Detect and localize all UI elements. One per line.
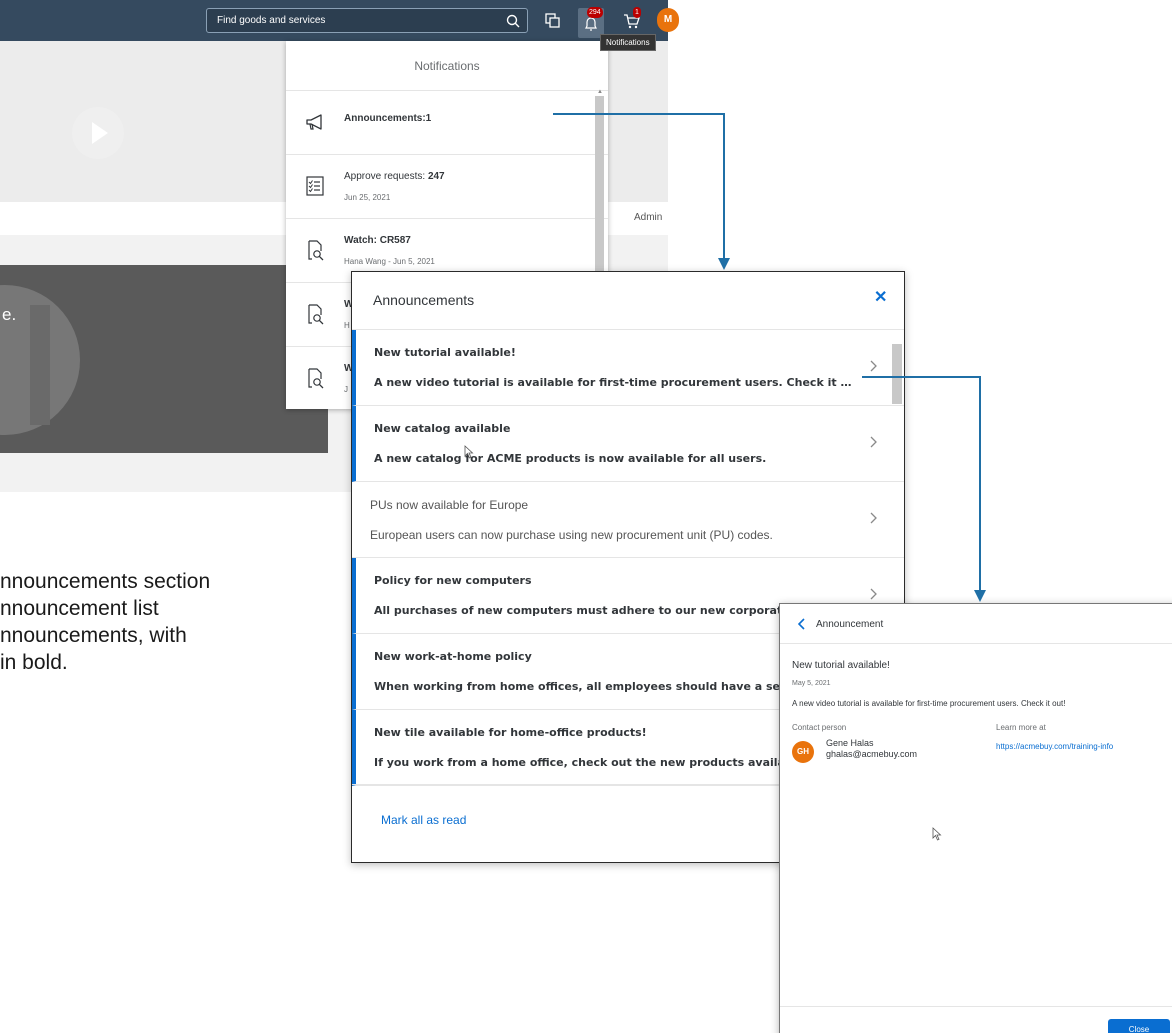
- checklist-icon: [306, 176, 324, 196]
- contact-label: Contact person: [792, 723, 847, 732]
- notification-meta: Hana Wang - Jun 5, 2021: [344, 257, 435, 266]
- announcement-detail-panel: Announcement New tutorial available! May…: [779, 603, 1172, 1033]
- megaphone-icon: [306, 114, 322, 130]
- shell-bar: Find goods and services 294 1 M: [0, 0, 679, 41]
- notification-title-prefix: Approve requests:: [344, 171, 428, 182]
- search-input[interactable]: Find goods and services: [206, 8, 528, 33]
- learn-more-link[interactable]: https://acmebuy.com/training-info: [996, 742, 1113, 751]
- notifications-tooltip: Notifications: [600, 34, 656, 51]
- notification-item-approve[interactable]: Approve requests: 247 Jun 25, 2021: [286, 155, 608, 219]
- search-placeholder: Find goods and services: [217, 15, 326, 26]
- learn-more-label: Learn more at: [996, 723, 1046, 732]
- side-note-line: nnouncement list: [0, 597, 159, 620]
- side-note: nnouncements section nnouncement list nn…: [0, 568, 340, 676]
- play-icon: [92, 122, 108, 144]
- back-icon[interactable]: [798, 618, 806, 630]
- detail-header: Announcement: [780, 604, 1172, 644]
- contact-name: Gene Halas: [826, 738, 874, 748]
- chevron-right-icon: [870, 588, 877, 600]
- close-button[interactable]: Close: [1108, 1019, 1170, 1033]
- cursor-icon: [932, 827, 942, 841]
- notification-badge: 294: [587, 7, 603, 18]
- cursor-icon: [464, 445, 474, 459]
- user-avatar[interactable]: M: [657, 8, 679, 32]
- notification-meta: J: [344, 385, 348, 394]
- announcement-desc: A new video tutorial is available for fi…: [374, 376, 852, 389]
- video-thumbnail[interactable]: e.: [0, 265, 328, 453]
- notification-item-announcements[interactable]: Announcements:1: [286, 91, 608, 155]
- detail-date: May 5, 2021: [792, 680, 831, 687]
- notification-count: 247: [427, 171, 445, 182]
- announcement-item[interactable]: New tutorial available! A new video tuto…: [352, 330, 904, 406]
- detail-footer: Close: [780, 1006, 1172, 1033]
- mark-all-read-link[interactable]: Mark all as read: [381, 813, 466, 827]
- announcement-title: Policy for new computers: [374, 574, 532, 587]
- notification-title: Approve requests: 247: [344, 171, 445, 182]
- announcement-title: PUs now available for Europe: [370, 498, 529, 512]
- search-icon[interactable]: [505, 13, 521, 29]
- video-caption: e.: [2, 305, 17, 324]
- notification-title: Announcements:1: [344, 113, 432, 124]
- notifications-title: Notifications: [286, 41, 608, 91]
- close-icon[interactable]: ✕: [874, 290, 888, 306]
- play-button[interactable]: [72, 107, 124, 159]
- notification-title: Watch: CR587: [344, 235, 411, 246]
- detail-subject: New tutorial available!: [792, 660, 890, 671]
- announcement-desc: European users can now purchase using ne…: [370, 528, 773, 542]
- contact-avatar: GH: [792, 741, 814, 763]
- announcement-item[interactable]: New catalog available A new catalog for …: [352, 406, 904, 482]
- detail-title: Announcement: [816, 619, 884, 630]
- side-note-line: nnouncements section: [0, 570, 211, 593]
- arrowhead: [718, 258, 730, 270]
- announcement-title: New tutorial available!: [374, 346, 516, 359]
- announcements-title: Announcements: [373, 292, 475, 308]
- cart-badge: 1: [633, 7, 641, 18]
- detail-body: A new video tutorial is available for fi…: [792, 699, 1066, 708]
- announcement-item[interactable]: PUs now available for Europe European us…: [352, 482, 904, 558]
- announcement-desc: A new catalog for ACME products is now a…: [374, 452, 767, 465]
- notification-meta: H: [344, 321, 350, 330]
- chevron-right-icon: [870, 512, 877, 524]
- document-search-icon: [308, 304, 324, 325]
- side-note-line: nnouncements, with: [0, 624, 187, 647]
- announcement-title: New catalog available: [374, 422, 511, 435]
- admin-label[interactable]: Admin: [634, 212, 662, 223]
- announcements-scrollbar[interactable]: [892, 344, 902, 404]
- scroll-up-icon[interactable]: ▲: [597, 89, 603, 95]
- document-search-icon: [308, 368, 324, 389]
- notification-date: Jun 25, 2021: [344, 193, 391, 202]
- announcements-header: Announcements ✕: [352, 272, 904, 330]
- copy-icon[interactable]: [542, 11, 562, 31]
- document-search-icon: [308, 240, 324, 261]
- bell-icon: [585, 17, 597, 31]
- contact-email[interactable]: ghalas@acmebuy.com: [826, 749, 917, 759]
- video-graphic-bar: [30, 305, 50, 425]
- chevron-right-icon: [870, 360, 877, 372]
- chevron-right-icon: [870, 436, 877, 448]
- arrowhead: [974, 590, 986, 602]
- side-note-line: in bold.: [0, 651, 68, 674]
